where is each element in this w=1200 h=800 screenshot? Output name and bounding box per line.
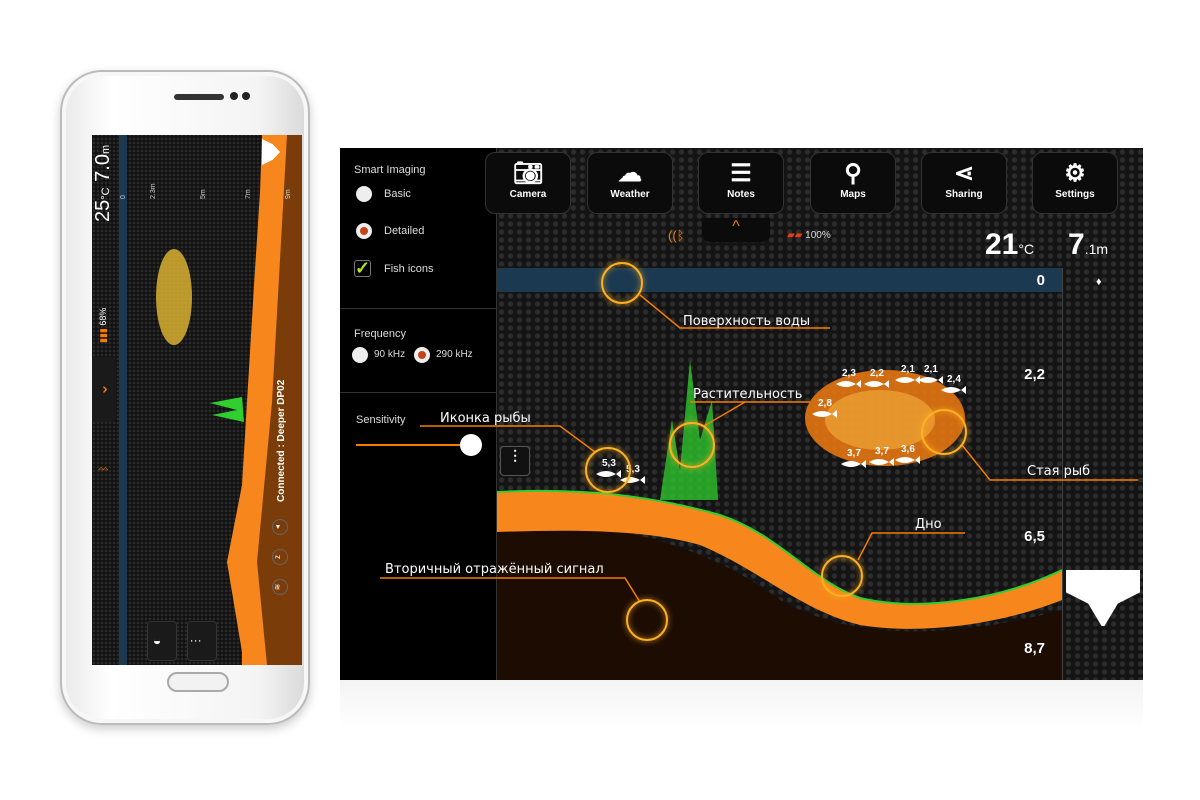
fish-depth-label: 3,7 [875, 446, 889, 457]
depth-tick: 8,7 [1024, 640, 1045, 657]
fish-icon-circle [585, 447, 631, 493]
depth-tick: 2,2 [1024, 366, 1045, 383]
annotation-bottom: Дно [915, 517, 942, 532]
fish-icon-line [420, 425, 596, 453]
fish-depth-label: 2,2 [870, 368, 884, 379]
fish-depth-label: 3,6 [901, 444, 915, 455]
fish-depth-label: 2,4 [947, 374, 961, 385]
annotation-vegetation: Растительность [693, 387, 802, 402]
fish-school-core [825, 390, 935, 450]
annotation-fish-icon: Иконка рыбы [440, 411, 531, 426]
fish-depth-label: 2,3 [842, 368, 856, 379]
fish-depth-label: 2,1 [901, 364, 915, 375]
depth-tick: 6,5 [1024, 528, 1045, 545]
annotation-surface: Поверхность воды [683, 314, 810, 329]
fish-depth-label: 2,8 [818, 398, 832, 409]
surface-circle [601, 262, 643, 304]
annotation-school: Стая рыб [1027, 464, 1090, 479]
fish-depth-label: 5,3 [602, 458, 616, 469]
fish-icon: 5,3 [596, 458, 621, 478]
fish-depth-label: 5,3 [626, 464, 640, 475]
fish-shape [596, 470, 621, 478]
fish-depth-label: 2,1 [924, 364, 938, 375]
fish-icon: 2,4 [941, 374, 966, 394]
fish-icon: 5,3 [620, 464, 645, 484]
fish-shape [620, 476, 645, 484]
sonar-graphic: 2,3 2,2 2,1 2,1 2,4 2,8 3,7 3,7 3,6 5,3 5,3 Поверх… [380, 262, 1138, 680]
fish-icon: 2,1 [918, 364, 943, 384]
depth-tick: 0 [1036, 272, 1045, 289]
fish-depth-label: 3,7 [847, 448, 861, 459]
annotation-secondary: Вторичный отражённый сигнал [385, 562, 604, 577]
bottom-line [857, 532, 965, 561]
